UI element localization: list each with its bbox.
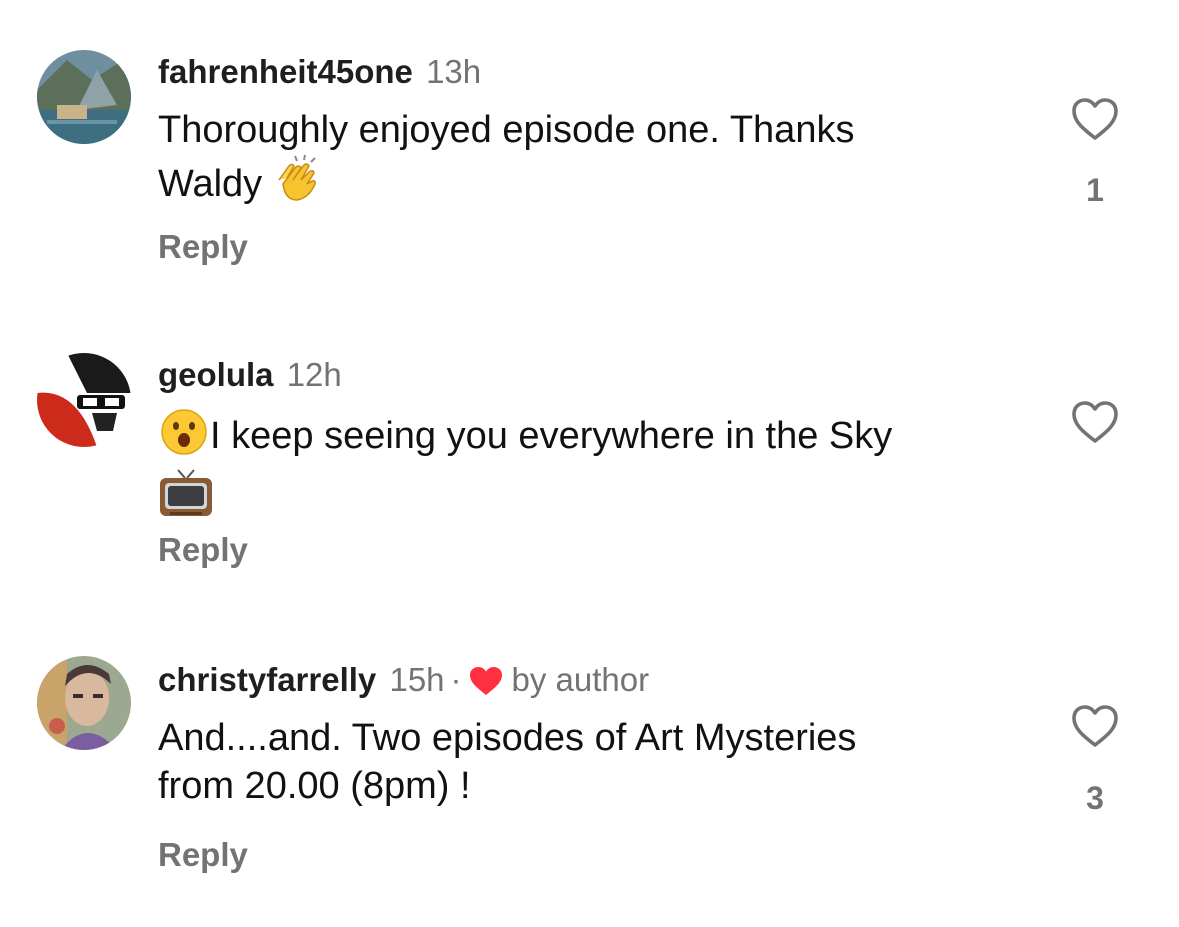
meta-separator: · [450, 661, 462, 698]
avatar[interactable] [37, 656, 131, 750]
like-button[interactable] [1070, 703, 1120, 753]
comment-text-line: from 20.00 (8pm) ! [158, 765, 471, 807]
like-count: 3 [1086, 780, 1104, 816]
heart-filled-icon [468, 665, 504, 706]
reply-button[interactable]: Reply [158, 836, 248, 874]
heart-outline-icon [1072, 705, 1118, 747]
liked-by-author-label: by author [511, 661, 650, 698]
comment-meta: christyfarrelly 15h · by author [158, 660, 649, 706]
comment-item: christyfarrelly 15h · by author And....and… [0, 0, 1179, 927]
timestamp: 15h [389, 661, 445, 698]
comment-text-line: And....and. Two episodes of Art Mysterie… [158, 717, 857, 759]
username[interactable]: christyfarrelly [158, 661, 376, 698]
comment-text: And....and. Two episodes of Art Mysterie… [158, 714, 1008, 810]
